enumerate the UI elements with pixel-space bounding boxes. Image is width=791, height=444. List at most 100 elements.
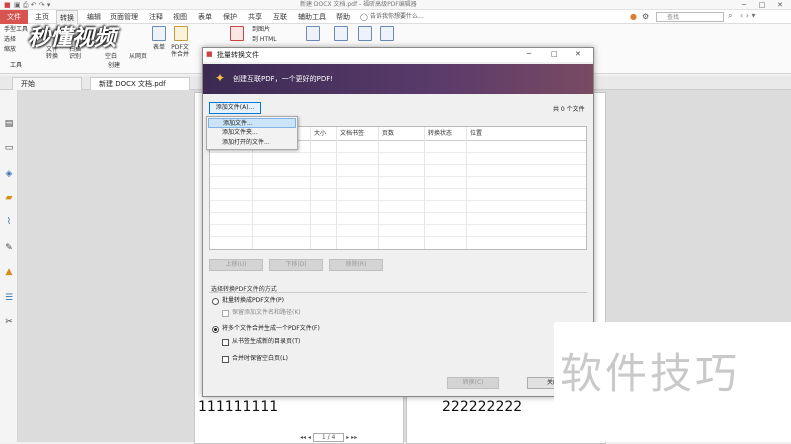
signature-icon[interactable]: ✎: [3, 242, 15, 254]
dialog-maximize-button[interactable]: □: [551, 50, 558, 58]
window-title: 新建 DOCX 文档.pdf - 福昕高级PDF编辑器: [300, 1, 417, 8]
add-files-dropdown: 添加文件... 添加文件夹... 添加打开的文件...: [206, 116, 298, 150]
tab-accessibility[interactable]: 辅助工具: [296, 10, 328, 24]
tab-share[interactable]: 共享: [245, 10, 265, 24]
table-row: [210, 188, 586, 189]
convert-icon-2[interactable]: [334, 26, 348, 41]
tab-document[interactable]: 新建 DOCX 文档.pdf: [90, 77, 190, 90]
table-row: [210, 152, 586, 153]
search-input[interactable]: 查找: [656, 12, 724, 22]
bookmarks-label: 从书签生成新的目录页(T): [232, 338, 301, 345]
smile-icon[interactable]: ●: [630, 10, 637, 24]
export-icon[interactable]: [230, 26, 244, 41]
table-row: [210, 164, 586, 165]
pdf-file-button[interactable]: PDF文件合并: [170, 44, 190, 58]
col-location[interactable]: 位置: [470, 129, 482, 139]
blank-pages-checkbox[interactable]: [222, 356, 229, 363]
tab-view[interactable]: 视图: [170, 10, 190, 24]
page-nav-icon[interactable]: ◂◂ ◂: [300, 434, 313, 441]
menu-item-add-open-files[interactable]: 添加打开的文件...: [208, 138, 296, 148]
tab-help[interactable]: 帮助: [333, 10, 353, 24]
col-divider: [378, 127, 379, 249]
tools-group-label: 工具: [10, 62, 23, 69]
tell-me-box[interactable]: 告诉我你想要什么...: [370, 10, 424, 24]
col-divider: [336, 127, 337, 249]
status-bar: ◂◂ ◂ 1 / 4 ▸ ▸▸: [300, 433, 480, 442]
col-pages[interactable]: 页数: [382, 129, 394, 139]
merge-radio[interactable]: [212, 326, 219, 333]
hand-tool-button[interactable]: 手型工具: [4, 26, 28, 33]
convert-icon-1[interactable]: [306, 26, 320, 41]
close-window-button[interactable]: ✕: [771, 0, 789, 10]
to-html-button[interactable]: 到 HTML: [252, 36, 277, 43]
merge-label: 将多个文件合并生成一个PDF文件(F): [222, 325, 320, 332]
lightbulb-icon: ✦: [215, 71, 226, 85]
tab-comment[interactable]: 注释: [146, 10, 166, 24]
keep-names-checkbox[interactable]: [222, 310, 229, 317]
tools-icon[interactable]: ✂: [3, 316, 15, 328]
tab-form[interactable]: 表单: [195, 10, 215, 24]
app-logo-icon: ■: [4, 1, 11, 9]
batch-convert-radio[interactable]: [212, 298, 219, 305]
pages-icon[interactable]: ▭: [3, 142, 15, 154]
zoom-tool-button[interactable]: 缩放: [4, 46, 16, 53]
page-indicator[interactable]: 1 / 4: [312, 433, 345, 442]
add-files-button[interactable]: 添加文件(A)...: [209, 102, 261, 114]
select-tool-button[interactable]: 选择: [4, 36, 16, 43]
move-down-button[interactable]: 下移(D): [269, 259, 323, 271]
comment-icon[interactable]: ▰: [3, 192, 15, 204]
layers-icon[interactable]: ◈: [3, 168, 15, 180]
col-bookmarks[interactable]: 文档书签: [340, 129, 364, 139]
batch-convert-dialog: 批量转换文件 ■ ─ □ ✕ ✦ 创建互联PDF，一个更好的PDF! 添加文件(…: [202, 47, 594, 397]
lock-icon[interactable]: ▲: [3, 266, 15, 278]
tab-protect[interactable]: 保护: [220, 10, 240, 24]
ocr-button[interactable]: 识别: [68, 53, 82, 60]
settings-icon[interactable]: ⚙: [642, 10, 649, 24]
col-status[interactable]: 转换状态: [428, 129, 452, 139]
batch-convert-label: 批量转换成PDF文件(P): [222, 297, 284, 304]
menu-item-add-file[interactable]: 添加文件...: [208, 118, 296, 128]
left-page-text: 111111111: [198, 399, 279, 415]
right-page-text: 222222222: [442, 399, 523, 415]
form-icon[interactable]: [152, 26, 166, 41]
move-up-button[interactable]: 上移(U): [209, 259, 263, 271]
file-menu-button[interactable]: 文件: [0, 10, 28, 24]
maximize-button[interactable]: □: [753, 0, 771, 10]
remove-button[interactable]: 移除(R): [329, 259, 383, 271]
quick-access-toolbar[interactable]: ▣ ⎙ ↶ ↷ ▾: [14, 0, 50, 10]
attachment-icon[interactable]: ⌇: [3, 216, 15, 228]
nav-arrows-icon[interactable]: ‹ › ▾: [740, 11, 756, 20]
dialog-app-icon: ■: [206, 50, 213, 58]
pdf-file-icon[interactable]: [174, 26, 188, 41]
table-row: [210, 224, 586, 225]
convert-icon-3[interactable]: [358, 26, 372, 41]
form-button[interactable]: 表单: [150, 44, 168, 51]
convert-icon-4[interactable]: [380, 26, 394, 41]
menu-item-add-folder[interactable]: 添加文件夹...: [208, 128, 296, 138]
col-size[interactable]: 大小: [314, 129, 326, 139]
list-icon[interactable]: ☰: [3, 292, 15, 304]
col-divider: [466, 127, 467, 249]
table-row: [210, 200, 586, 201]
col-divider: [310, 127, 311, 249]
keep-names-label: 保留添加文件名和路径(K): [232, 309, 301, 316]
watermark: 软件技巧: [560, 349, 741, 398]
bookmarks-checkbox[interactable]: [222, 339, 229, 346]
search-icon[interactable]: ⌕: [728, 11, 732, 21]
minimize-button[interactable]: ─: [735, 0, 753, 10]
group-divider: [209, 292, 587, 293]
col-divider: [424, 127, 425, 249]
to-image-button[interactable]: 到图片: [252, 26, 270, 33]
from-web-button[interactable]: 从网页: [128, 53, 148, 60]
page-next-icon[interactable]: ▸ ▸▸: [346, 434, 357, 441]
tab-connect[interactable]: 互联: [270, 10, 290, 24]
dialog-minimize-button[interactable]: ─: [527, 50, 531, 58]
bookmark-icon[interactable]: ▤: [3, 118, 15, 130]
banner-text: 创建互联PDF，一个更好的PDF!: [233, 75, 334, 83]
tab-start[interactable]: 开始: [12, 77, 82, 90]
dialog-close-button[interactable]: ✕: [575, 50, 581, 58]
blank-button[interactable]: 空白: [104, 53, 118, 60]
table-row: [210, 176, 586, 177]
table-row: [210, 212, 586, 213]
convert-button[interactable]: 转换(C): [447, 377, 499, 389]
